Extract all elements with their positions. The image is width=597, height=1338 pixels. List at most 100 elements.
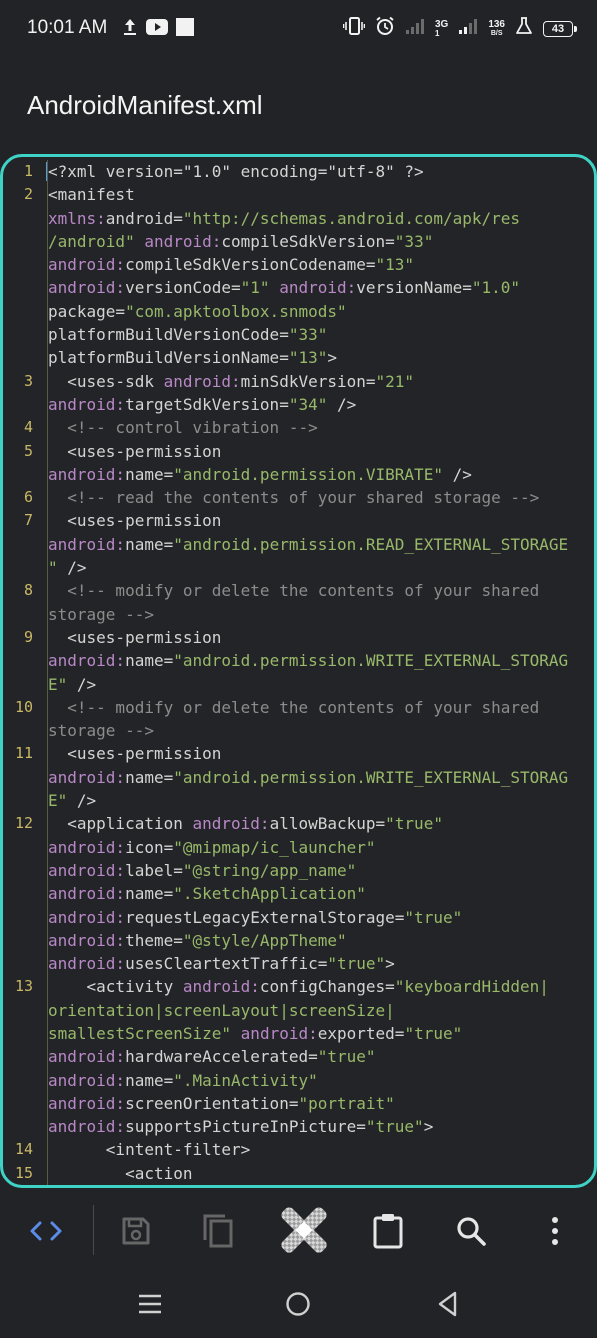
code-visual-row: android:usesCleartextTraffic="true"> xyxy=(47,952,588,976)
code-line[interactable]: 7 <uses-permission android:name="android.… xyxy=(3,509,594,580)
code-line[interactable]: 8 <!-- modify or delete the contents of … xyxy=(3,579,594,626)
code-token: android: xyxy=(48,1047,126,1067)
save-button[interactable] xyxy=(108,1203,164,1259)
code-line[interactable]: 4 <!-- control vibration --> xyxy=(3,416,594,440)
code-line[interactable]: 12 <application android:allowBackup="tru… xyxy=(3,812,594,976)
vibrate-icon xyxy=(342,16,366,41)
code-visual-row: <activity android:configChanges="keyboar… xyxy=(47,975,588,999)
code-token: "true" xyxy=(327,954,386,974)
code-token: supportsPictureInPicture= xyxy=(125,1117,366,1137)
line-number: 7 xyxy=(23,511,33,530)
line-number: 15 xyxy=(14,1163,33,1182)
code-token: <action xyxy=(48,1163,193,1183)
back-button[interactable] xyxy=(426,1282,470,1326)
code-token: <uses-permission xyxy=(48,511,222,531)
code-token: android: xyxy=(48,860,126,880)
code-token: storage --> xyxy=(48,604,154,624)
code-visual-row: <uses-sdk android:minSdkVersion="21" xyxy=(47,369,588,393)
code-visual-row: <!-- control vibration --> xyxy=(47,416,588,440)
code-line[interactable]: 14 <intent-filter> xyxy=(3,1138,594,1162)
code-line[interactable]: 9 <uses-permission android:name="android.… xyxy=(3,625,594,696)
search-button[interactable] xyxy=(443,1203,499,1259)
copy-icon xyxy=(203,1214,233,1248)
code-visual-row: android:screenOrientation="portrait" xyxy=(47,1091,588,1116)
network-speed: 136 B/S xyxy=(488,19,505,38)
code-token: > xyxy=(385,954,395,974)
line-number: 3 xyxy=(23,371,33,390)
code-token: android: xyxy=(48,1093,126,1113)
code-token: "com.apktoolbox.snmods" xyxy=(125,301,347,321)
code-token: exported= xyxy=(317,1023,405,1043)
code-visual-row: android:name="android.permission.WRITE_E… xyxy=(47,765,588,790)
code-line[interactable]: 1 <?xml version="1.0" encoding="utf-8" ?> xyxy=(3,160,594,184)
code-token: android: xyxy=(144,231,222,251)
copy-button[interactable] xyxy=(190,1203,246,1259)
network-speed-unit: B/S xyxy=(490,29,503,37)
code-token: "1.0" xyxy=(471,278,521,298)
code-token: "portrait" xyxy=(298,1093,395,1113)
code-token: <!-- modify or delete the contents of yo… xyxy=(48,581,540,601)
code-visual-row: android:name="android.permission.READ_EX… xyxy=(47,532,588,557)
code-token: android: xyxy=(48,651,126,671)
line-number: 11 xyxy=(14,744,33,763)
code-token: hardwareAccelerated= xyxy=(125,1047,318,1067)
upload-icon xyxy=(122,18,138,41)
code-visual-row: android:targetSdkVersion="34" /> xyxy=(47,392,588,417)
status-bar: 10:01 AM 3G 1 136 B/S 43 xyxy=(0,0,597,60)
code-token: "21" xyxy=(375,371,415,391)
code-token: targetSdkVersion= xyxy=(125,394,289,414)
code-line[interactable]: 6 <!-- read the contents of your shared … xyxy=(3,486,594,510)
editor-toolbar xyxy=(0,1195,597,1267)
code-visual-row: platformBuildVersionCode="33" xyxy=(47,323,588,347)
code-visual-row: /android" android:compileSdkVersion="33" xyxy=(47,229,588,254)
code-token: screenOrientation= xyxy=(125,1093,299,1113)
code-token: android: xyxy=(182,977,260,997)
code-visual-row: <!-- modify or delete the contents of yo… xyxy=(47,695,588,720)
code-line[interactable]: 10 <!-- modify or delete the contents of… xyxy=(3,695,594,743)
code-token: android= xyxy=(105,208,183,228)
code-token: "true" xyxy=(404,1023,463,1043)
code-token: name= xyxy=(125,651,174,671)
code-line[interactable]: 5 <uses-permission android:name="android.… xyxy=(3,439,594,487)
line-number: 6 xyxy=(23,488,33,507)
code-token: name= xyxy=(125,884,174,904)
code-line[interactable]: 15 <action xyxy=(3,1161,594,1185)
more-options-button[interactable] xyxy=(527,1203,583,1259)
home-button[interactable] xyxy=(276,1282,320,1326)
code-token: /> xyxy=(57,558,87,578)
code-line[interactable]: 3 <uses-sdk android:minSdkVersion="21" an… xyxy=(3,369,594,417)
code-token: "true" xyxy=(385,814,443,834)
code-lines[interactable]: 1 <?xml version="1.0" encoding="utf-8" ?>… xyxy=(3,160,594,1185)
paste-button[interactable] xyxy=(360,1203,416,1259)
code-token: <uses-permission xyxy=(48,744,222,764)
code-token: android: xyxy=(48,767,126,787)
code-token: android: xyxy=(48,837,126,857)
code-token: icon= xyxy=(125,837,174,857)
status-system-icons: 3G 1 136 B/S 43 xyxy=(342,16,577,41)
code-line[interactable]: 2 <manifest xmlns:android="http://schemas.… xyxy=(3,183,594,370)
code-visual-row: storage --> xyxy=(47,602,588,626)
code-token: "true" xyxy=(365,1117,424,1137)
toolbar-divider xyxy=(93,1205,94,1255)
code-token: <uses-sdk xyxy=(48,371,164,391)
alarm-icon xyxy=(375,16,395,41)
code-line[interactable]: 13 <activity android:configChanges="keyb… xyxy=(3,975,594,1139)
code-visual-row: android:compileSdkVersionCodename="13" xyxy=(47,253,588,277)
code-token: /> xyxy=(67,791,97,811)
code-token: <!-- modify or delete the contents of yo… xyxy=(48,697,540,717)
code-line[interactable]: 11 <uses-permission android:name="android… xyxy=(3,742,594,813)
code-token: E" xyxy=(48,674,68,694)
patch-button[interactable] xyxy=(272,1200,336,1260)
code-view-button[interactable] xyxy=(18,1203,74,1259)
code-token: <application xyxy=(48,814,193,834)
code-visual-row: orientation|screenLayout|screenSize| xyxy=(47,998,588,1022)
code-token: platformBuildVersionName= xyxy=(48,348,289,368)
code-editor[interactable]: 1 <?xml version="1.0" encoding="utf-8" ?>… xyxy=(0,154,597,1188)
recent-apps-button[interactable] xyxy=(128,1282,172,1326)
code-token: <activity xyxy=(48,977,183,997)
code-visual-row: <uses-permission xyxy=(47,439,588,463)
code-token: <?xml version="1.0" encoding="utf-8" ?> xyxy=(48,162,424,181)
code-token: "true" xyxy=(404,907,463,927)
